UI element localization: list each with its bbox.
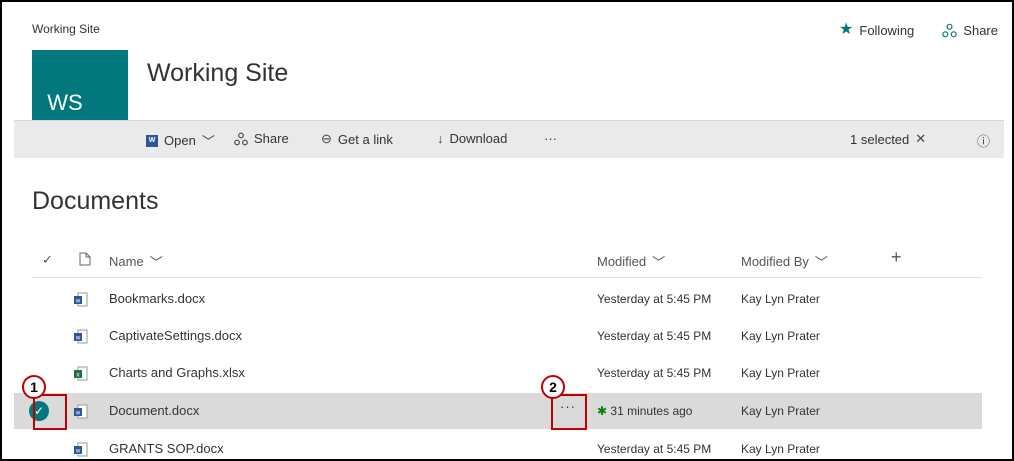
page-frame: Working Site ★ Following Share WS Workin… — [0, 0, 1014, 461]
info-icon: ⓘ — [977, 134, 991, 149]
word-file-icon: w — [74, 404, 88, 419]
table-row[interactable]: w Bookmarks.docx Yesterday at 5:45 PM Kay L… — [14, 281, 982, 317]
document-icon — [79, 252, 91, 266]
svg-text:w: w — [75, 411, 81, 417]
share-icon — [234, 132, 248, 145]
modified-cell: Yesterday at 5:45 PM — [597, 366, 711, 380]
modified-cell: ✱ 31 minutes ago — [597, 404, 692, 418]
modified-by-link[interactable]: Kay Lyn Prater — [741, 404, 820, 418]
more-actions-button[interactable]: ··· — [544, 131, 557, 146]
file-name-link[interactable]: Bookmarks.docx — [109, 291, 205, 306]
word-file-icon: w — [74, 329, 88, 344]
modified-text: Yesterday at 5:45 PM — [597, 366, 712, 380]
modified-by-link[interactable]: Kay Lyn Prater — [741, 366, 820, 380]
site-logo[interactable]: WS — [32, 50, 128, 122]
select-all-check[interactable]: ✓ — [42, 252, 53, 268]
close-icon[interactable]: ✕ — [915, 131, 926, 147]
modified-cell: Yesterday at 5:45 PM — [597, 292, 711, 306]
following-label: Following — [859, 22, 915, 38]
modified-text: 31 minutes ago — [610, 404, 693, 418]
word-icon: W — [146, 134, 158, 147]
chevron-down-icon: ﹀ — [201, 134, 215, 149]
file-type-header[interactable] — [79, 252, 91, 266]
info-button[interactable]: ⓘ — [977, 131, 990, 150]
callout-badge-2: 2 — [541, 375, 565, 399]
selected-count: 1 selected — [850, 131, 910, 147]
plus-icon: + — [891, 247, 902, 267]
callout-box-2 — [551, 394, 587, 430]
name-header-label: Name — [109, 254, 144, 269]
modified-by-header-label: Modified By — [741, 254, 809, 269]
share-label: Share — [254, 131, 289, 146]
get-link-label: Get a link — [337, 131, 393, 147]
word-file-icon: w — [74, 442, 88, 457]
modified-by-column-header[interactable]: Modified By ﹀ — [741, 252, 828, 271]
chevron-down-icon: ﹀ — [149, 255, 163, 270]
modified-cell: Yesterday at 5:45 PM — [597, 442, 711, 456]
following-button[interactable]: ★ Following — [839, 22, 914, 38]
excel-file-icon: x — [74, 366, 88, 381]
modified-by-link[interactable]: Kay Lyn Prater — [741, 442, 820, 456]
open-label: Open — [164, 133, 196, 148]
file-name-link[interactable]: GRANTS SOP.docx — [109, 441, 224, 456]
modified-cell: Yesterday at 5:45 PM — [597, 329, 711, 343]
table-row[interactable]: x Charts and Graphs.xlsx Yesterday at 5:45… — [14, 355, 982, 391]
svg-text:w: w — [75, 449, 81, 455]
modified-header-label: Modified — [597, 254, 647, 269]
svg-text:w: w — [75, 299, 81, 305]
more-icon: ··· — [544, 131, 557, 146]
library-title: Documents — [32, 187, 159, 215]
top-actions: ★ Following Share — [839, 22, 998, 38]
chevron-down-icon: ﹀ — [652, 255, 666, 270]
share-site-button[interactable]: Share — [942, 23, 998, 38]
site-logo-text: WS — [47, 90, 83, 115]
name-column-header[interactable]: Name ﹀ — [109, 252, 163, 271]
command-bar: W Open ﹀ Share ⊖ Get a link ↓ Download ·… — [14, 120, 1004, 158]
get-link-button[interactable]: ⊖ Get a link — [321, 131, 393, 147]
share-icon — [942, 23, 958, 37]
header-divider — [32, 277, 982, 278]
modified-text: Yesterday at 5:45 PM — [597, 442, 712, 456]
link-icon: ⊖ — [321, 131, 332, 146]
word-file-icon: w — [74, 292, 88, 307]
svg-text:x: x — [77, 373, 80, 379]
svg-text:w: w — [75, 336, 81, 342]
download-label: Download — [449, 131, 508, 146]
file-name-link[interactable]: Charts and Graphs.xlsx — [109, 365, 245, 380]
new-item-icon: ✱ — [597, 404, 608, 418]
file-name-link[interactable]: CaptivateSettings.docx — [109, 328, 242, 343]
share-button[interactable]: Share — [234, 131, 289, 146]
share-site-label: Share — [963, 22, 998, 38]
add-column-button[interactable]: + — [891, 247, 902, 268]
site-breadcrumb[interactable]: Working Site — [32, 22, 100, 36]
modified-text: Yesterday at 5:45 PM — [597, 329, 712, 343]
callout-box-1 — [33, 394, 67, 430]
file-name-link[interactable]: Document.docx — [109, 403, 199, 418]
modified-by-link[interactable]: Kay Lyn Prater — [741, 329, 820, 343]
site-title[interactable]: Working Site — [147, 59, 288, 88]
table-row[interactable]: w CaptivateSettings.docx Yesterday at 5:45… — [14, 318, 982, 354]
open-button[interactable]: W Open ﹀ — [146, 131, 215, 150]
table-row[interactable]: ✓ w Document.docx ··· ✱ 31 minutes ago Kay Ly… — [14, 393, 982, 429]
checkmark-icon: ✓ — [42, 252, 53, 267]
table-row[interactable]: w GRANTS SOP.docx Yesterday at 5:45 PM Kay … — [14, 431, 982, 459]
chevron-down-icon: ﹀ — [814, 255, 828, 270]
star-icon: ★ — [839, 21, 854, 38]
callout-badge-1: 1 — [22, 375, 46, 399]
modified-by-link[interactable]: Kay Lyn Prater — [741, 292, 820, 306]
download-button[interactable]: ↓ Download — [437, 131, 507, 146]
modified-text: Yesterday at 5:45 PM — [597, 292, 712, 306]
modified-column-header[interactable]: Modified ﹀ — [597, 252, 665, 271]
download-icon: ↓ — [437, 131, 444, 146]
selection-status[interactable]: 1 selected ✕ — [850, 131, 926, 147]
